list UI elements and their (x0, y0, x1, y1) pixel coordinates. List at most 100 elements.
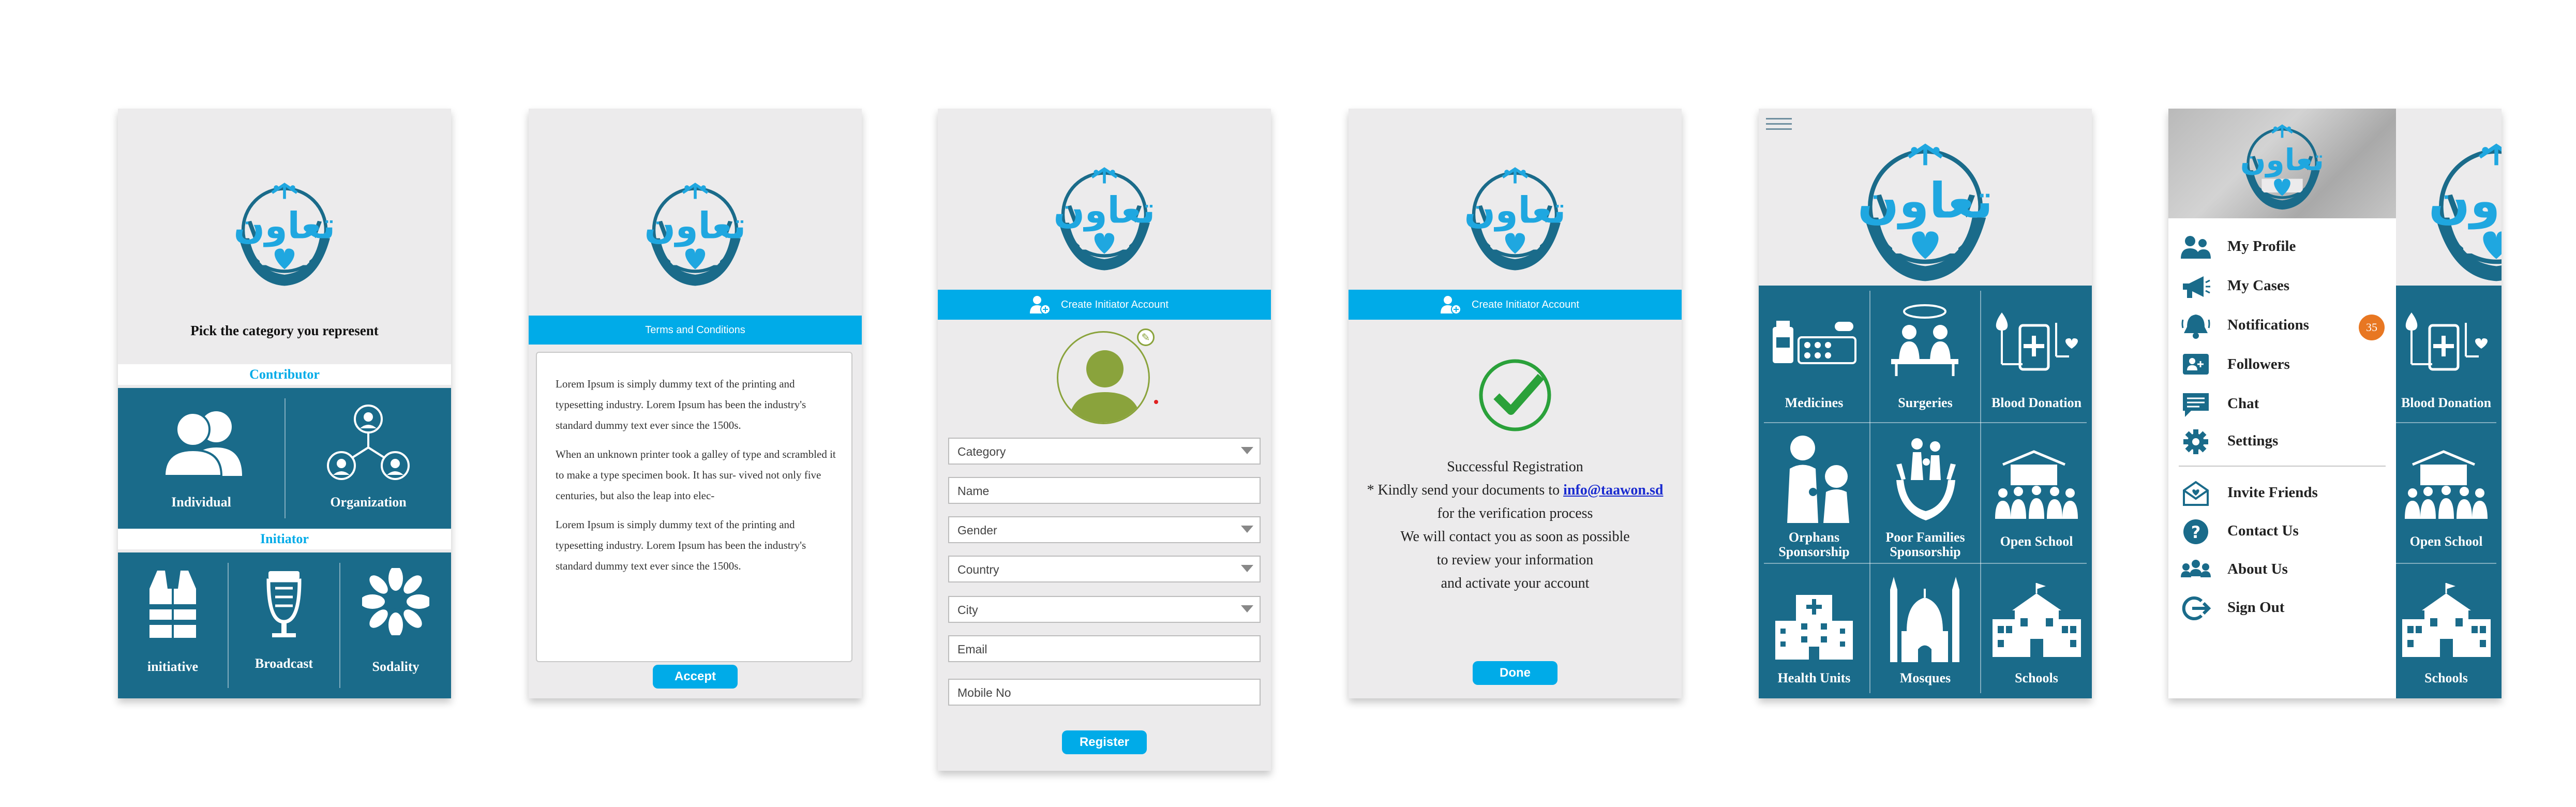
menu-my-cases[interactable]: My Cases (2168, 270, 2396, 303)
terms-paragraph: Lorem Ipsum is simply dummy text of the … (556, 518, 806, 572)
svg-text:?: ? (2191, 522, 2201, 542)
menu-label: Contact Us (2227, 522, 2299, 539)
city-select[interactable]: City (948, 596, 1261, 623)
initiator-grid: initiative Broadcast Sodality (118, 552, 451, 698)
school-icon (1993, 583, 2081, 657)
tile-orphans-label-2: Sponsorship (1778, 544, 1850, 559)
gender-placeholder: Gender (957, 524, 997, 537)
open-school-icon (2405, 450, 2488, 519)
tile-orphans-sponsorship[interactable]: Orphans Sponsorship (1759, 423, 1869, 563)
tile-surgeries[interactable]: Surgeries (1870, 286, 1980, 422)
tile-individual[interactable]: Individual (118, 388, 284, 529)
peek-schools-label: Schools (2424, 670, 2468, 685)
menu-label: My Profile (2227, 238, 2296, 255)
menu-invite-friends[interactable]: Invite Friends (2168, 477, 2396, 510)
megaphone-icon (2183, 276, 2210, 298)
menu-about-us[interactable]: About Us (2168, 554, 2396, 587)
tile-sodality[interactable]: Sodality (340, 552, 451, 698)
menu-notifications[interactable]: Notifications 35 (2168, 309, 2396, 342)
taawon-logo (1042, 160, 1166, 277)
tile-health-units[interactable]: Health Units (1759, 564, 1869, 698)
tile-blood-donation-label: Blood Donation (1991, 395, 2082, 410)
gear-icon (2183, 429, 2208, 454)
chevron-down-icon (1241, 605, 1253, 612)
mobile-field[interactable]: Mobile No (948, 679, 1261, 706)
menu-contact-us[interactable]: ? Contact Us (2168, 515, 2396, 548)
people-icon (163, 411, 242, 476)
tile-medicines[interactable]: Medicines (1759, 286, 1869, 422)
signout-icon (2182, 596, 2211, 620)
orphans-icon (1787, 436, 1849, 523)
success-message: Successful Registration * Kindly send yo… (1349, 455, 1682, 595)
gender-select[interactable]: Gender (948, 516, 1261, 543)
tile-open-school-label: Open School (2000, 534, 2073, 549)
tile-mosques[interactable]: Mosques (1870, 564, 1980, 698)
menu-chat[interactable]: Chat (2168, 388, 2396, 421)
menu-label: Settings (2227, 432, 2279, 449)
hands-circle-icon (362, 568, 429, 635)
success-line-prefix: * Kindly send your documents to (1367, 482, 1564, 498)
city-placeholder: City (957, 603, 978, 617)
tile-organization[interactable]: Organization (286, 388, 451, 529)
mosque-icon (1890, 577, 1959, 662)
menu-followers[interactable]: Followers (2168, 349, 2396, 382)
blood-donation-icon (2405, 312, 2488, 371)
contributor-grid: Individual Organization (118, 388, 451, 529)
initiator-header: Initiator (118, 529, 451, 549)
tile-mosques-label: Mosques (1899, 670, 1951, 685)
tile-initiative[interactable]: initiative (118, 552, 228, 698)
taawon-logo (1843, 134, 2008, 290)
families-icon (1896, 438, 1956, 520)
tile-initiative-label: initiative (147, 659, 199, 674)
menu-settings[interactable]: Settings (2168, 425, 2396, 458)
tile-schools-label: Schools (2015, 670, 2058, 685)
tile-sodality-label: Sodality (372, 659, 420, 674)
menu-label: Followers (2227, 356, 2290, 372)
country-select[interactable]: Country (948, 556, 1261, 582)
help-icon: ? (2183, 519, 2208, 544)
tile-orphans-label-1: Orphans (1788, 530, 1840, 545)
medicines-icon (1773, 321, 1856, 364)
edit-avatar-icon[interactable]: ✎ (1137, 328, 1155, 346)
bell-icon (2181, 315, 2210, 339)
done-button[interactable]: Done (1473, 661, 1557, 685)
hamburger-menu-icon[interactable] (1766, 118, 1792, 133)
add-user-icon (1441, 296, 1461, 315)
success-line: We will contact you as soon as possible (1400, 529, 1630, 545)
blood-donation-icon (1996, 312, 2078, 371)
notifications-badge: 35 (2359, 315, 2385, 340)
name-field[interactable]: Name (948, 477, 1261, 504)
name-placeholder: Name (957, 484, 990, 498)
accept-button[interactable]: Accept (653, 665, 738, 689)
menu-sign-out[interactable]: Sign Out (2168, 592, 2396, 625)
create-account-title: Create Initiator Account (1472, 299, 1579, 310)
success-title: Successful Registration (1447, 459, 1583, 475)
drawer-header (2168, 109, 2396, 218)
screen-success: Create Initiator Account Successful Regi… (1349, 109, 1682, 698)
tile-surgeries-label: Surgeries (1898, 395, 1953, 410)
email-link[interactable]: info@taawon.sd (1563, 482, 1663, 498)
peek-tile-open-school: Open School (2391, 423, 2502, 563)
tile-blood-donation[interactable]: Blood Donation (1981, 286, 2092, 422)
tile-poor-families-sponsorship[interactable]: Poor Families Sponsorship (1870, 423, 1980, 563)
register-button[interactable]: Register (1062, 730, 1147, 754)
menu-my-profile[interactable]: My Profile (2168, 231, 2396, 264)
taawon-logo (1453, 160, 1577, 277)
screen-terms: Terms and Conditions Lorem Ipsum is simp… (529, 109, 862, 698)
tile-open-school[interactable]: Open School (1981, 423, 2092, 563)
tile-broadcast[interactable]: Broadcast (229, 552, 339, 698)
menu-label: Sign Out (2227, 599, 2285, 616)
avatar-upload[interactable] (1057, 331, 1150, 424)
category-select[interactable]: Category (948, 438, 1261, 465)
peek-tile-schools: Schools (2391, 564, 2502, 698)
email-placeholder: Email (957, 642, 987, 656)
tile-schools[interactable]: Schools (1981, 564, 2092, 698)
tile-families-label-2: Sponsorship (1890, 544, 1961, 559)
menu-label: About Us (2227, 561, 2288, 577)
menu-label: Invite Friends (2227, 484, 2318, 501)
email-field[interactable]: Email (948, 635, 1261, 662)
success-line: and activate your account (1441, 575, 1590, 591)
chevron-down-icon (1241, 565, 1253, 572)
taawon-logo (222, 176, 347, 292)
terms-box[interactable]: Lorem Ipsum is simply dummy text of the … (536, 352, 852, 662)
